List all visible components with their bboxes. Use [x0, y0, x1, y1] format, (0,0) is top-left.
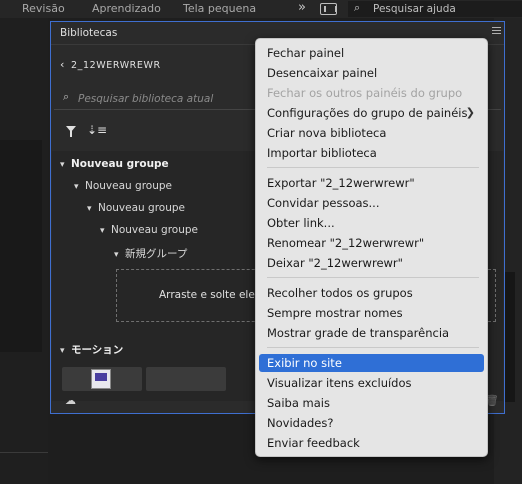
- menu-separator: [267, 347, 479, 348]
- menu-item-label: Configurações do grupo de painéis: [267, 106, 468, 120]
- back-chevron-icon[interactable]: ‹: [60, 58, 64, 71]
- chevron-down-icon[interactable]: ▾: [87, 204, 98, 214]
- search-icon: ⌕: [63, 90, 70, 103]
- workspace-tab-tela-pequena[interactable]: Tela pequena: [183, 2, 256, 15]
- library-name[interactable]: 2_12WERWREWR: [71, 60, 161, 71]
- top-bar: Revisão Aprendizado Tela pequena » ⌕ Pes…: [0, 0, 522, 18]
- menu-item-obter-link[interactable]: Obter link...: [259, 214, 484, 232]
- chevron-down-icon[interactable]: ▾: [60, 346, 71, 356]
- group-label: Nouveau groupe: [111, 224, 198, 236]
- menu-item-sempre-mostrar-nomes[interactable]: Sempre mostrar nomes: [259, 304, 484, 322]
- menu-item-enviar-feedback[interactable]: Enviar feedback: [259, 434, 484, 452]
- tree-group-row[interactable]: ▾ Nouveau groupe: [100, 224, 198, 236]
- group-label: モーション: [71, 344, 124, 356]
- tree-group-row[interactable]: ▾ モーション: [60, 342, 123, 357]
- menu-item-novidades[interactable]: Novidades?: [259, 414, 484, 432]
- sort-icon[interactable]: ⇣≡: [87, 123, 107, 137]
- workspace-tab-aprendizado[interactable]: Aprendizado: [92, 2, 161, 15]
- chevron-down-icon[interactable]: ▾: [74, 182, 85, 192]
- search-icon: ⌕: [354, 1, 361, 14]
- group-label: Nouveau groupe: [85, 180, 172, 192]
- menu-item-recolher-grupos[interactable]: Recolher todos os grupos: [259, 284, 484, 302]
- more-workspaces-icon[interactable]: »: [298, 0, 306, 15]
- menu-item-configuracoes-grupo[interactable]: Configurações do grupo de painéis ❯: [259, 104, 484, 122]
- menu-item-desencaixar-painel[interactable]: Desencaixar painel: [259, 64, 484, 82]
- group-label: Nouveau groupe: [98, 202, 185, 214]
- menu-item-exportar[interactable]: Exportar "2_12werwrewr": [259, 174, 484, 192]
- menu-item-fechar-outros-paineis: Fechar os outros painéis do grupo: [267, 86, 463, 100]
- chevron-down-icon[interactable]: ▾: [60, 160, 71, 170]
- chevron-right-icon: ❯: [465, 106, 475, 119]
- workspace-tab-revisao[interactable]: Revisão: [22, 2, 65, 15]
- tree-group-row[interactable]: ▾ Nouveau groupe: [74, 180, 172, 192]
- menu-item-deixar[interactable]: Deixar "2_12werwrewr": [259, 254, 484, 272]
- menu-item-saiba-mais[interactable]: Saiba mais: [259, 394, 484, 412]
- panel-context-menu: Fechar painel Desencaixar painel Fechar …: [255, 38, 488, 457]
- menu-separator: [267, 167, 479, 168]
- menu-item-renomear[interactable]: Renomear "2_12werwrewr": [259, 234, 484, 252]
- menu-item-exibir-no-site[interactable]: Exibir no site: [259, 354, 484, 372]
- menu-item-criar-biblioteca[interactable]: Criar nova biblioteca: [259, 124, 484, 142]
- divider: [0, 452, 48, 453]
- menu-item-importar-biblioteca[interactable]: Importar biblioteca: [259, 144, 484, 162]
- tree-group-row[interactable]: ▾ Nouveau groupe: [60, 158, 169, 170]
- menu-separator: [267, 277, 479, 278]
- chevron-down-icon[interactable]: ▾: [100, 226, 111, 236]
- group-label: Nouveau groupe: [71, 158, 169, 170]
- asset-thumbnail[interactable]: [146, 367, 226, 391]
- menu-item-visualizar-excluidos[interactable]: Visualizar itens excluídos: [259, 374, 484, 392]
- help-search[interactable]: ⌕ Pesquisar ajuda: [348, 1, 522, 17]
- asset-preview-image: [91, 369, 111, 389]
- left-panel-content: [0, 140, 42, 352]
- group-label: 新規グループ: [125, 248, 188, 260]
- menu-item-convidar-pessoas[interactable]: Convidar pessoas...: [259, 194, 484, 212]
- chevron-down-icon[interactable]: ▾: [114, 250, 125, 260]
- filter-icon[interactable]: [66, 126, 76, 137]
- cloud-icon[interactable]: ☁: [65, 394, 76, 407]
- menu-item-fechar-painel[interactable]: Fechar painel: [259, 44, 484, 62]
- tree-group-row[interactable]: ▾ 新規グループ: [114, 246, 187, 261]
- asset-thumbnail[interactable]: [62, 367, 142, 391]
- panel-title[interactable]: Bibliotecas: [60, 27, 117, 39]
- menu-item-mostrar-grade[interactable]: Mostrar grade de transparência: [259, 324, 484, 342]
- workspace-switch-icon[interactable]: [320, 3, 337, 15]
- help-search-label: Pesquisar ajuda: [373, 3, 456, 15]
- tree-group-row[interactable]: ▾ Nouveau groupe: [87, 202, 185, 214]
- panel-menu-icon[interactable]: [492, 27, 501, 34]
